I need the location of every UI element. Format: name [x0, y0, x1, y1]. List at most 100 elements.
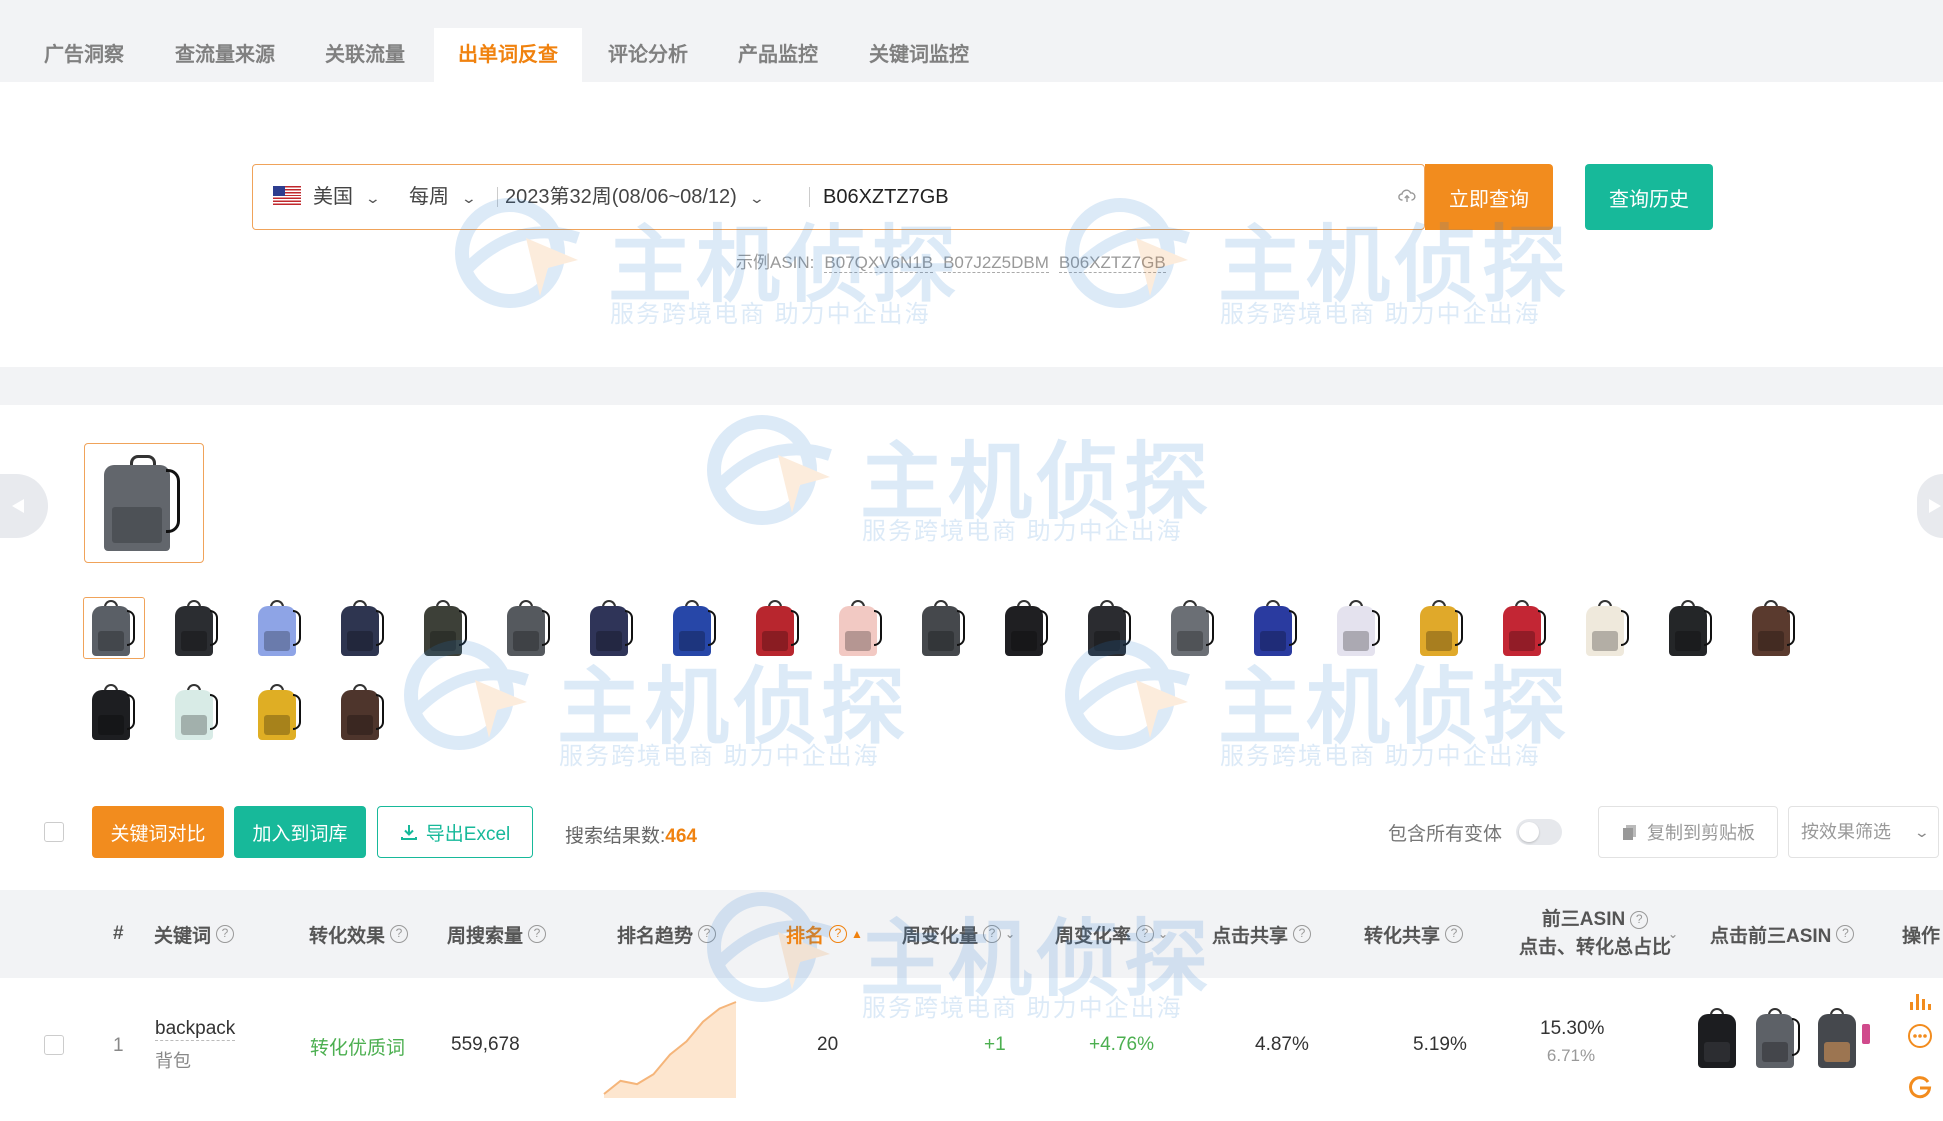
variant-thumbnail[interactable]	[1743, 597, 1805, 659]
variant-thumbnail[interactable]	[747, 597, 809, 659]
col-conversion-share[interactable]: 转化共享?	[1364, 890, 1464, 978]
variant-thumbnail[interactable]	[166, 597, 228, 659]
col-weekly-search[interactable]: 周搜索量?	[447, 890, 547, 978]
col-rank-trend[interactable]: 排名趋势?	[617, 890, 717, 978]
variant-thumbnail[interactable]	[83, 597, 145, 659]
variant-thumbnail[interactable]	[249, 597, 311, 659]
variant-thumbnail[interactable]	[581, 597, 643, 659]
tab-keyword-monitor[interactable]: 关键词监控	[845, 28, 993, 82]
top-asin-image[interactable]	[1756, 1008, 1802, 1068]
select-all-checkbox[interactable]	[44, 822, 64, 842]
keyword-compare-button[interactable]: 关键词对比	[92, 806, 224, 858]
help-icon[interactable]: ?	[829, 925, 848, 943]
col-weekly-change[interactable]: 周变化量? ⌄	[902, 890, 1015, 978]
period-select[interactable]: 每周 ⌄	[409, 165, 477, 229]
help-icon[interactable]: ?	[1630, 911, 1649, 929]
week-select[interactable]: 2023第32周(08/06~08/12) ⌄	[505, 165, 765, 229]
query-now-button[interactable]: 立即查询	[1425, 164, 1553, 230]
variant-thumbnail[interactable]	[1245, 597, 1307, 659]
backpack-icon	[1586, 600, 1630, 656]
col-rank[interactable]: 排名? ▲	[786, 890, 863, 978]
help-icon[interactable]: ?	[1293, 925, 1312, 943]
variant-thumbnail[interactable]	[83, 681, 145, 743]
chevron-down-icon: ⌄	[1913, 824, 1931, 840]
help-icon[interactable]: ?	[1136, 925, 1155, 943]
carousel-prev-arrow-icon[interactable]	[0, 474, 48, 538]
carousel-next-arrow-icon[interactable]	[1917, 474, 1943, 538]
variant-thumbnail[interactable]	[1079, 597, 1141, 659]
sort-icon[interactable]: ⌄	[1158, 927, 1168, 941]
variant-thumbnail[interactable]	[664, 597, 726, 659]
row-actions	[1898, 978, 1943, 1121]
tab-product-monitor[interactable]: 产品监控	[714, 28, 842, 82]
help-icon[interactable]: ?	[698, 925, 717, 943]
variant-thumbnail[interactable]	[1411, 597, 1473, 659]
col-action: 操作	[1902, 890, 1940, 978]
tab-review-analysis[interactable]: 评论分析	[584, 28, 712, 82]
backpack-icon	[175, 684, 219, 740]
effect-filter-select[interactable]: 按效果筛选 ⌄	[1788, 806, 1939, 858]
top-asin-image[interactable]	[1698, 1008, 1740, 1068]
keyword-link[interactable]: backpack	[155, 1018, 236, 1041]
sort-asc-icon[interactable]: ▲	[851, 927, 863, 941]
google-icon[interactable]	[1907, 1074, 1933, 1100]
variant-thumbnail[interactable]	[332, 597, 394, 659]
rank-value: 20	[817, 1034, 839, 1055]
variant-thumbnail[interactable]	[1328, 597, 1390, 659]
help-icon[interactable]: ?	[1836, 925, 1855, 943]
tab-order-keyword-lookup[interactable]: 出单词反查	[434, 28, 582, 82]
col-top3-sort[interactable]: ⌄	[1664, 890, 1678, 978]
example-asin-link[interactable]: B06XZTZ7GB	[1058, 253, 1166, 273]
header-label: 周搜索量	[447, 925, 524, 947]
variant-thumbnail[interactable]	[1577, 597, 1639, 659]
country-select[interactable]: 美国 ⌄	[273, 165, 381, 229]
variant-thumbnail[interactable]	[1162, 597, 1224, 659]
help-icon[interactable]: ?	[390, 925, 409, 943]
conversion-share-value: 5.19%	[1413, 1034, 1467, 1055]
bar-chart-icon[interactable]	[1908, 990, 1932, 1012]
cloud-upload-icon[interactable]	[1398, 187, 1416, 205]
export-excel-button[interactable]: 导出Excel	[377, 806, 533, 858]
watermark-logo-icon	[707, 415, 832, 525]
variant-thumbnail[interactable]	[996, 597, 1058, 659]
variant-thumbnail[interactable]	[1660, 597, 1722, 659]
variant-thumbnail[interactable]	[913, 597, 975, 659]
more-options-icon[interactable]	[1907, 1023, 1933, 1049]
variant-thumbnail[interactable]	[166, 681, 228, 743]
col-weekly-change-rate[interactable]: 周变化率? ⌄	[1055, 890, 1168, 978]
watermark-subtitle: 服务跨境电商 助力中企出海	[1220, 743, 1541, 770]
col-top3-share[interactable]: 前三ASIN? 点击、转化总占比	[1505, 890, 1685, 978]
col-keyword[interactable]: 关键词?	[154, 890, 235, 978]
tab-bar: 广告洞察 查流量来源 关联流量 出单词反查 评论分析 产品监控 关键词监控	[0, 0, 1943, 82]
example-asin-link[interactable]: B07QXV6N1B	[824, 253, 934, 273]
row-checkbox[interactable]	[44, 1035, 64, 1055]
variant-thumbnail[interactable]	[415, 597, 477, 659]
tab-related-traffic[interactable]: 关联流量	[301, 28, 429, 82]
copy-to-clipboard-button[interactable]: 复制到剪贴板	[1598, 806, 1778, 858]
sort-icon[interactable]: ⌄	[1005, 927, 1015, 941]
tab-ad-insights[interactable]: 广告洞察	[20, 28, 148, 82]
help-icon[interactable]: ?	[528, 925, 547, 943]
example-asin-link[interactable]: B07J2Z5DBM	[943, 253, 1049, 273]
top-asin-image[interactable]	[1818, 1008, 1874, 1068]
asin-input[interactable]	[823, 175, 1383, 219]
backpack-icon	[590, 600, 634, 656]
col-click-share[interactable]: 点击共享?	[1212, 890, 1312, 978]
sort-icon[interactable]: ⌄	[1668, 927, 1678, 941]
variant-thumbnail[interactable]	[249, 681, 311, 743]
help-icon[interactable]: ?	[1445, 925, 1464, 943]
col-conversion-effect[interactable]: 转化效果?	[309, 890, 409, 978]
variant-thumbnail[interactable]	[830, 597, 892, 659]
help-icon[interactable]: ?	[216, 925, 235, 943]
variant-thumbnail[interactable]	[332, 681, 394, 743]
variant-thumbnail[interactable]	[1494, 597, 1556, 659]
section-separator	[0, 367, 1943, 405]
query-history-button[interactable]: 查询历史	[1585, 164, 1713, 230]
include-variants-toggle[interactable]	[1516, 819, 1562, 845]
col-top3-asin[interactable]: 点击前三ASIN?	[1710, 890, 1855, 978]
rank-trend-sparkline[interactable]	[600, 998, 740, 1098]
tab-traffic-source[interactable]: 查流量来源	[151, 28, 299, 82]
variant-thumbnail[interactable]	[498, 597, 560, 659]
help-icon[interactable]: ?	[983, 925, 1002, 943]
add-to-library-button[interactable]: 加入到词库	[234, 806, 366, 858]
